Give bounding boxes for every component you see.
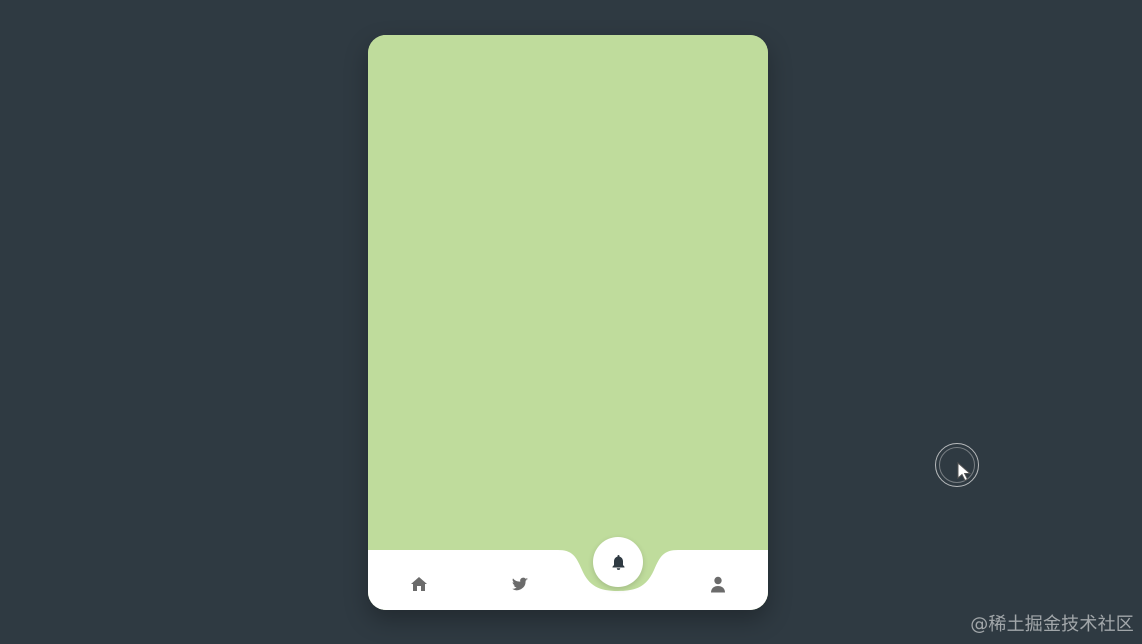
nav-twitter[interactable] <box>503 567 537 601</box>
watermark-text: @稀土掘金技术社区 <box>970 614 1134 635</box>
user-icon <box>711 576 725 592</box>
content-area <box>368 35 768 610</box>
bell-icon <box>612 554 624 570</box>
nav-home[interactable] <box>402 567 436 601</box>
mobile-card <box>368 35 768 610</box>
app-stage: @稀土掘金技术社区 <box>0 0 1142 644</box>
nav-profile[interactable] <box>701 567 735 601</box>
mouse-cursor-icon <box>957 462 972 482</box>
home-icon <box>411 577 427 591</box>
twitter-icon <box>512 577 528 590</box>
nav-notifications[interactable] <box>593 537 643 587</box>
